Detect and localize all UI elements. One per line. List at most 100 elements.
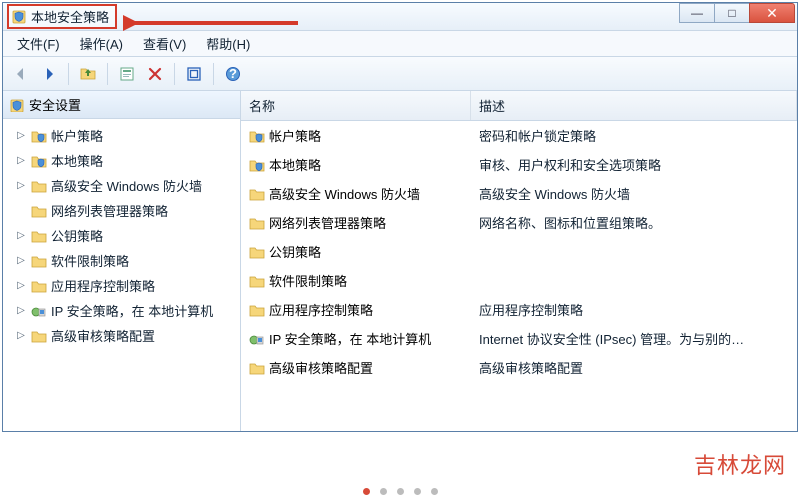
- list-header: 名称 描述: [241, 91, 797, 121]
- carousel-dots: [0, 488, 800, 498]
- shield-folder-icon: [249, 158, 265, 172]
- title-highlight-box: 本地安全策略: [7, 4, 117, 29]
- row-name-label: 高级审核策略配置: [269, 358, 373, 377]
- close-button[interactable]: ✕: [749, 3, 795, 23]
- cell-name: IP 安全策略，在 本地计算机: [241, 327, 471, 350]
- list-body: 帐户策略密码和帐户锁定策略本地策略审核、用户权利和安全选项策略高级安全 Wind…: [241, 121, 797, 382]
- tree-item-label: 帐户策略: [51, 126, 103, 145]
- delete-button[interactable]: [143, 62, 167, 86]
- folder-icon: [249, 216, 265, 230]
- list-row[interactable]: 高级安全 Windows 防火墙 高级安全 Windows 防火墙: [241, 179, 797, 208]
- cell-name: 本地策略: [241, 153, 471, 176]
- tree-pane[interactable]: 安全设置 ▷帐户策略▷本地策略▷高级安全 Windows 防火墙网络列表管理器策…: [3, 91, 241, 431]
- toolbar-separator: [174, 63, 175, 85]
- toolbar-separator: [68, 63, 69, 85]
- folder-icon: [31, 304, 47, 318]
- cell-desc: [471, 240, 797, 263]
- row-name-label: 帐户策略: [269, 126, 321, 145]
- content-panes: 安全设置 ▷帐户策略▷本地策略▷高级安全 Windows 防火墙网络列表管理器策…: [3, 91, 797, 431]
- cell-name: 公钥策略: [241, 240, 471, 263]
- folder-icon: [31, 229, 47, 243]
- folder-icon: [31, 129, 47, 143]
- tree-item-label: 高级安全 Windows 防火墙: [51, 176, 202, 195]
- tree-item[interactable]: ▷ 高级安全 Windows 防火墙: [5, 173, 238, 198]
- tree-item[interactable]: 网络列表管理器策略: [5, 198, 238, 223]
- toolbar-separator: [213, 63, 214, 85]
- row-name-label: IP 安全策略，在 本地计算机: [269, 329, 431, 348]
- folder-icon: [31, 154, 47, 168]
- list-row[interactable]: 高级审核策略配置 高级审核策略配置: [241, 353, 797, 382]
- cell-desc: [471, 269, 797, 292]
- window-controls: — □ ✕: [680, 3, 795, 23]
- tree-root[interactable]: 安全设置: [3, 91, 240, 119]
- list-row[interactable]: 应用程序控制策略应用程序控制策略: [241, 295, 797, 324]
- expander-icon[interactable]: ▷: [15, 155, 27, 167]
- tree-item[interactable]: ▷ 软件限制策略: [5, 248, 238, 273]
- cell-desc: 审核、用户权利和安全选项策略: [471, 153, 797, 176]
- cell-desc: 高级安全 Windows 防火墙: [471, 182, 797, 205]
- toolbar-separator: [107, 63, 108, 85]
- tree-item-label: 软件限制策略: [51, 251, 129, 270]
- menu-action[interactable]: 操作(A): [70, 30, 133, 57]
- up-button[interactable]: [76, 62, 100, 86]
- cell-name: 帐户策略: [241, 124, 471, 147]
- expander-icon[interactable]: ▷: [15, 130, 27, 142]
- shield-folder-icon: [249, 129, 265, 143]
- tree-item[interactable]: ▷ 帐户策略: [5, 123, 238, 148]
- expander-icon[interactable]: ▷: [15, 330, 27, 342]
- expander-icon[interactable]: [15, 205, 27, 217]
- folder-icon: [31, 204, 47, 218]
- folder-icon: [249, 187, 265, 201]
- maximize-button[interactable]: □: [714, 3, 750, 23]
- menu-view[interactable]: 查看(V): [133, 30, 196, 57]
- back-button[interactable]: [9, 62, 33, 86]
- titlebar: 本地安全策略 — □ ✕: [3, 3, 797, 31]
- expander-icon[interactable]: ▷: [15, 180, 27, 192]
- tree-item[interactable]: ▷本地策略: [5, 148, 238, 173]
- app-window: 本地安全策略 — □ ✕ 文件(F) 操作(A) 查看(V) 帮助(H): [2, 2, 798, 432]
- cell-desc: 密码和帐户锁定策略: [471, 124, 797, 147]
- tree-item[interactable]: ▷高级审核策略配置: [5, 323, 238, 348]
- forward-button[interactable]: [37, 62, 61, 86]
- expander-icon[interactable]: ▷: [15, 305, 27, 317]
- cell-name: 高级安全 Windows 防火墙: [241, 182, 471, 205]
- menu-file[interactable]: 文件(F): [7, 30, 70, 57]
- row-name-label: 高级安全 Windows 防火墙: [269, 184, 420, 203]
- minimize-button[interactable]: —: [679, 3, 715, 23]
- row-name-label: 公钥策略: [269, 242, 321, 261]
- help-button[interactable]: ?: [221, 62, 245, 86]
- list-row[interactable]: 网络列表管理器策略 网络名称、图标和位置组策略。: [241, 208, 797, 237]
- refresh-button[interactable]: [182, 62, 206, 86]
- tree-item[interactable]: ▷IP 安全策略，在 本地计算机: [5, 298, 238, 323]
- folder-icon: [249, 303, 265, 317]
- properties-button[interactable]: [115, 62, 139, 86]
- toolbar: ?: [3, 57, 797, 91]
- menu-help[interactable]: 帮助(H): [196, 30, 260, 57]
- expander-icon[interactable]: ▷: [15, 255, 27, 267]
- cell-desc: Internet 协议安全性 (IPsec) 管理。为与别的…: [471, 327, 797, 350]
- list-row[interactable]: 软件限制策略: [241, 266, 797, 295]
- list-row[interactable]: 帐户策略 密码和帐户锁定策略: [241, 121, 797, 150]
- tree-root-label: 安全设置: [29, 95, 81, 114]
- list-pane[interactable]: 名称 描述 帐户策略密码和帐户锁定策略本地策略审核、用户权利和安全选项策略高级安…: [241, 91, 797, 431]
- tree-item-label: 网络列表管理器策略: [51, 201, 168, 220]
- expander-icon[interactable]: ▷: [15, 230, 27, 242]
- list-row[interactable]: 本地策略审核、用户权利和安全选项策略: [241, 150, 797, 179]
- column-header-name[interactable]: 名称: [241, 91, 471, 120]
- tree-item-label: 公钥策略: [51, 226, 103, 245]
- tree-item[interactable]: ▷ 公钥策略: [5, 223, 238, 248]
- cell-desc: 高级审核策略配置: [471, 356, 797, 379]
- row-name-label: 网络列表管理器策略: [269, 213, 386, 232]
- expander-icon[interactable]: ▷: [15, 280, 27, 292]
- cell-desc: 网络名称、图标和位置组策略。: [471, 211, 797, 234]
- tree-item[interactable]: ▷ 应用程序控制策略: [5, 273, 238, 298]
- list-row[interactable]: 公钥策略: [241, 237, 797, 266]
- security-root-icon: [9, 98, 25, 112]
- window-title: 本地安全策略: [31, 7, 109, 26]
- tree-item-label: 应用程序控制策略: [51, 276, 155, 295]
- column-header-desc[interactable]: 描述: [471, 91, 797, 120]
- cell-desc: 应用程序控制策略: [471, 298, 797, 321]
- list-row[interactable]: IP 安全策略，在 本地计算机 Internet 协议安全性 (IPsec) 管理…: [241, 324, 797, 353]
- app-icon: [11, 9, 27, 25]
- folder-icon: [249, 274, 265, 288]
